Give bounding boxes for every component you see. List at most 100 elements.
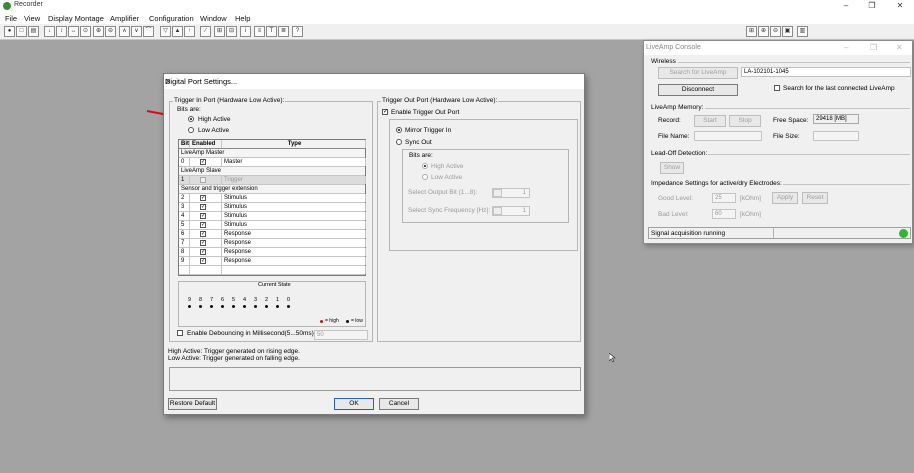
split-icon[interactable]: ▥ <box>797 26 808 37</box>
curve-icon[interactable]: ⌒ <box>143 26 154 37</box>
debounce-label: Enable Debouncing in Millisecond(5...50m… <box>187 330 316 337</box>
sync-frequency-spin-icon[interactable] <box>493 207 502 215</box>
debounce-checkbox[interactable] <box>177 330 183 336</box>
menu-lines-icon[interactable]: ≡ <box>254 26 265 37</box>
show-button[interactable]: Show <box>660 162 684 174</box>
debounce-input[interactable]: 50 <box>314 330 368 340</box>
toolbar: ● □ ▤ ↓ ↕ ↔ ⊙ ⊕ ⊖ ∧ ∨ ⌒ ▽ ▲ ↑ ∕ ⊞ ⊟ i ≡ … <box>0 24 914 40</box>
arrow-up-icon[interactable]: ↑ <box>184 26 195 37</box>
monitor-icon[interactable]: □ <box>16 26 27 37</box>
sync-high-active-radio[interactable] <box>422 163 428 169</box>
enable-trigger-out-label: Enable Trigger Out Port <box>391 109 460 116</box>
enabled-cell <box>190 266 222 274</box>
horizontal-scale-icon[interactable]: ↔ <box>68 26 79 37</box>
bit-cell: 3 <box>179 203 190 211</box>
search-liveamp-button[interactable]: Search for LiveAmp <box>658 67 738 79</box>
list-icon[interactable]: ▤ <box>28 26 39 37</box>
enabled-checkbox[interactable]: ✓ <box>200 222 206 228</box>
device-id-field[interactable]: LA-102101-1045 <box>741 67 911 77</box>
restore-default-button[interactable]: Restore Default <box>168 398 217 410</box>
enabled-checkbox[interactable] <box>200 177 206 183</box>
record-icon[interactable]: ● <box>4 26 15 37</box>
zoom-in-icon[interactable]: ⊕ <box>93 26 104 37</box>
table-row[interactable]: 1 Trigger <box>179 176 366 185</box>
enabled-checkbox[interactable]: ✓ <box>200 231 206 237</box>
output-bit-spin-icon[interactable] <box>493 189 502 197</box>
enabled-checkbox[interactable]: ✓ <box>200 249 206 255</box>
table-row[interactable]: 0 ✓ Master <box>179 158 366 167</box>
enabled-checkbox[interactable]: ✓ <box>200 213 206 219</box>
table-row[interactable]: 3 ✓ Stimulus <box>179 203 366 212</box>
sync-low-active-radio[interactable] <box>422 174 428 180</box>
minimize-button[interactable]: – <box>840 1 852 10</box>
console-minimize-icon[interactable]: – <box>844 43 848 52</box>
text-icon[interactable]: T <box>266 26 277 37</box>
memory-label: LiveAmp Memory: <box>651 104 704 111</box>
table-row[interactable]: 5 ✓ Stimulus <box>179 221 366 230</box>
bit-cell: 8 <box>179 248 190 256</box>
grid-icon[interactable]: ⊞ <box>746 26 757 37</box>
start-button[interactable]: Start <box>694 115 726 127</box>
current-state-label: Current State <box>258 282 291 288</box>
fit-icon[interactable]: ▣ <box>782 26 793 37</box>
menu-configuration[interactable]: Configuration <box>149 14 194 23</box>
menu-help[interactable]: Help <box>235 14 250 23</box>
down-icon[interactable]: ↓ <box>44 26 55 37</box>
menu-file[interactable]: File <box>5 14 17 23</box>
table-row[interactable] <box>179 266 366 275</box>
menu-window[interactable]: Window <box>200 14 227 23</box>
zoom-out-icon[interactable]: ⊖ <box>105 26 116 37</box>
good-level-input[interactable]: 25 <box>712 193 736 203</box>
sync-out-radio[interactable] <box>396 139 402 145</box>
stop-button[interactable]: Stop <box>729 115 761 127</box>
file-name-field[interactable] <box>694 131 762 141</box>
low-active-radio[interactable] <box>188 127 194 133</box>
zoom-in-right-icon[interactable]: ⊕ <box>758 26 769 37</box>
bit-cell: 2 <box>179 194 190 202</box>
menu-display-montage[interactable]: Display Montage <box>48 14 104 23</box>
table-row[interactable]: 4 ✓ Stimulus <box>179 212 366 221</box>
close-window-button[interactable]: ✕ <box>894 1 906 10</box>
table-row[interactable]: 7 ✓ Response <box>179 239 366 248</box>
table-row[interactable]: 9 ✓ Response <box>179 257 366 266</box>
grid-minus-icon[interactable]: ⊟ <box>226 26 237 37</box>
filter-up-icon[interactable]: ▲ <box>172 26 183 37</box>
grid-plus-icon[interactable]: ⊞ <box>214 26 225 37</box>
bad-level-input[interactable]: 60 <box>712 209 736 219</box>
table-row[interactable]: 8 ✓ Response <box>179 248 366 257</box>
enabled-checkbox[interactable]: ✓ <box>200 258 206 264</box>
reset-button[interactable]: Reset <box>802 192 828 204</box>
enabled-checkbox[interactable]: ✓ <box>200 159 206 165</box>
console-close-icon[interactable]: ✕ <box>896 43 903 52</box>
table-row[interactable]: 6 ✓ Response <box>179 230 366 239</box>
menu-view[interactable]: View <box>24 14 40 23</box>
console-maximize-icon[interactable]: ❐ <box>870 43 877 52</box>
type-cell: Response <box>222 257 366 265</box>
align-icon[interactable]: ≣ <box>278 26 289 37</box>
search-last-checkbox[interactable] <box>774 85 780 91</box>
dialog-close-button[interactable]: ✕ <box>165 77 579 86</box>
zoom-out-right-icon[interactable]: ⊖ <box>770 26 781 37</box>
maximize-button[interactable]: ❐ <box>866 1 878 10</box>
apply-button[interactable]: Apply <box>772 192 798 204</box>
enable-trigger-out-checkbox[interactable]: ✓ <box>382 109 388 115</box>
filter-down-icon[interactable]: ▽ <box>160 26 171 37</box>
help-icon[interactable]: ? <box>292 26 303 37</box>
disconnect-button[interactable]: Disconnect <box>658 84 738 96</box>
high-active-radio[interactable] <box>188 116 194 122</box>
mirror-trigger-radio[interactable] <box>396 127 402 133</box>
decrease-icon[interactable]: ∨ <box>131 26 142 37</box>
info-icon[interactable]: i <box>240 26 251 37</box>
menu-amplifier[interactable]: Amplifier <box>110 14 139 23</box>
free-space-value: 29418 [MB] <box>813 114 859 124</box>
pen-icon[interactable]: ∕ <box>200 26 211 37</box>
ok-button[interactable]: OK <box>334 398 374 410</box>
vertical-scale-icon[interactable]: ↕ <box>56 26 67 37</box>
table-row[interactable]: 2 ✓ Stimulus <box>179 194 366 203</box>
increase-icon[interactable]: ∧ <box>119 26 130 37</box>
enabled-checkbox[interactable]: ✓ <box>200 204 206 210</box>
target-icon[interactable]: ⊙ <box>80 26 91 37</box>
enabled-checkbox[interactable]: ✓ <box>200 240 206 246</box>
enabled-checkbox[interactable]: ✓ <box>200 195 206 201</box>
cancel-button[interactable]: Cancel <box>379 398 419 410</box>
